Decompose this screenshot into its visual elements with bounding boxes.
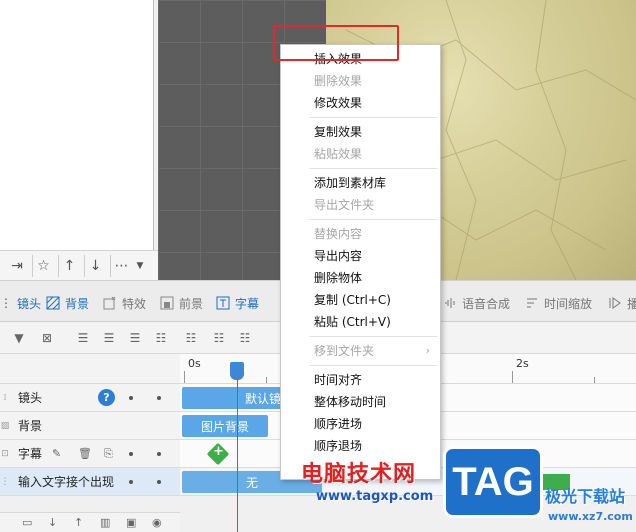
arrow-down-icon[interactable]: ↓ — [84, 254, 106, 277]
align-left-icon[interactable]: ☰ — [76, 331, 90, 345]
menu-separator — [309, 117, 437, 118]
background-icon — [46, 296, 60, 310]
asset-list-panel — [0, 0, 154, 280]
ruler-gutter — [0, 354, 180, 384]
menu-item-copy-effect[interactable]: 复制效果 — [281, 121, 440, 143]
ruler-label: 0s — [188, 357, 201, 370]
distribute-icon[interactable]: ☷ — [154, 331, 168, 345]
tab-time-scale[interactable]: 时间缩放 — [525, 293, 592, 313]
menu-item-export-folder[interactable]: 导出文件夹 — [281, 194, 440, 216]
menu-item-sequential-enter[interactable]: 顺序进场 — [281, 413, 440, 435]
dropdown-arrow-icon[interactable]: ▼ — [136, 255, 144, 277]
foreground-icon — [160, 296, 174, 310]
clear-filter-icon[interactable]: ⊠ — [40, 331, 54, 345]
menu-separator — [309, 219, 437, 220]
track-header-subtitle[interactable]: ⊡ 字幕 ✎ 🗑 ⎘ — [0, 440, 180, 468]
tag-logo: TAG — [443, 446, 543, 518]
tab-label: 语音合成 — [462, 296, 511, 311]
tab-label: 前景 — [179, 296, 204, 311]
tab-label: 播 — [627, 296, 636, 311]
up-icon[interactable]: ↑ — [74, 516, 83, 529]
ruler-label: 2s — [516, 357, 529, 370]
clip-image-background[interactable]: 图片背景 — [182, 415, 268, 437]
menu-item-copy[interactable]: 复制 (Ctrl+C) — [281, 289, 440, 311]
add-clip-plus: + — [213, 444, 224, 459]
menu-separator — [309, 336, 437, 337]
help-icon[interactable]: ? — [98, 389, 115, 406]
menu-item-delete-effect[interactable]: 删除效果 — [281, 70, 440, 92]
align-center-icon[interactable]: ☰ — [102, 331, 116, 345]
menu-item-replace-content[interactable]: 替换内容 — [281, 223, 440, 245]
menu-item-modify-effect[interactable]: 修改效果 — [281, 92, 440, 114]
menu-item-add-to-library[interactable]: 添加到素材库 — [281, 172, 440, 194]
annotation-highlight-box — [273, 25, 399, 61]
menu-item-paste-effect[interactable]: 粘贴效果 — [281, 143, 440, 165]
star-icon[interactable]: ☆ — [32, 254, 54, 277]
tab-label: 字幕 — [235, 296, 260, 311]
voice-icon — [445, 298, 455, 308]
down-icon[interactable]: ↓ — [48, 516, 57, 529]
eye-icon[interactable]: ◉ — [152, 516, 162, 529]
playhead-line — [237, 376, 238, 532]
tab-foreground[interactable]: 前景 — [160, 293, 203, 313]
track-name: 输入文字接个出现 — [18, 475, 115, 489]
delete-icon[interactable]: 🗑 — [78, 447, 92, 460]
subtitle-icon — [216, 296, 230, 310]
watermark-download-site: 极光下载站 — [545, 487, 626, 506]
more-icon[interactable]: ⋯ — [110, 254, 132, 277]
track-name: 字幕 — [18, 447, 43, 461]
menu-separator — [309, 168, 437, 169]
tab-voice[interactable]: 语音合成 — [443, 293, 510, 313]
clip-default-camera[interactable]: 默认镜 — [182, 387, 284, 409]
asset-toolbar: ⇥ ☆ ↑ ↓ ⋯ ▼ — [0, 250, 158, 280]
time-scale-icon — [527, 298, 537, 308]
tab-effects[interactable]: 特效 — [103, 293, 146, 313]
lock-icon[interactable]: ▣ — [126, 516, 136, 529]
track-name: 镜头 — [18, 391, 43, 405]
track-header-text-appear[interactable]: ⋮ 输入文字接个出现 — [0, 468, 180, 496]
tab-background[interactable]: 背景 — [46, 293, 89, 313]
tab-label: 背景 — [65, 296, 90, 311]
stack-icon[interactable]: ☷ — [184, 331, 198, 345]
menu-item-time-align[interactable]: 时间对齐 — [281, 369, 440, 391]
tab-subtitle[interactable]: 字幕 — [216, 293, 259, 313]
filter-icon[interactable]: ▼ — [12, 331, 26, 345]
edit-icon[interactable]: ✎ — [52, 447, 61, 460]
watermark-site-name: 电脑技术网 — [301, 462, 417, 487]
tab-play[interactable]: 播 — [608, 293, 636, 313]
watermark-site-url: www.tagxp.com — [316, 489, 434, 504]
tab-camera[interactable]: ⋮ 镜头 — [0, 293, 41, 313]
play-icon — [609, 297, 621, 309]
export-icon[interactable]: ⇥ — [6, 255, 28, 277]
playhead-handle[interactable] — [230, 362, 244, 380]
folder-icon[interactable]: ▭ — [22, 516, 32, 529]
align-right-icon[interactable]: ☰ — [128, 331, 142, 345]
effect-icon — [103, 296, 116, 310]
menu-item-paste[interactable]: 粘贴 (Ctrl+V) — [281, 311, 440, 333]
tab-label: 镜头 — [17, 296, 42, 311]
tab-label: 时间缩放 — [544, 296, 593, 311]
menu-item-move-all-time[interactable]: 整体移动时间 — [281, 391, 440, 413]
menu-separator — [309, 365, 437, 366]
menu-item-delete-object[interactable]: 删除物体 — [281, 267, 440, 289]
arrow-up-icon[interactable]: ↑ — [58, 254, 80, 277]
tab-label: 特效 — [122, 296, 147, 311]
layers-icon[interactable]: ☷ — [212, 331, 226, 345]
track-action-bar: ▭ ↓ ↑ ▥ ▣ ◉ — [0, 512, 180, 532]
trash-icon[interactable]: ▥ — [100, 516, 110, 529]
track-header-background[interactable]: ▨ 背景 — [0, 412, 180, 440]
menu-item-sequential-exit[interactable]: 顺序退场 — [281, 435, 440, 457]
context-menu: 插入效果 删除效果 修改效果 复制效果 粘贴效果 添加到素材库 导出文件夹 替换… — [280, 44, 441, 480]
menu-item-export-content[interactable]: 导出内容 — [281, 245, 440, 267]
menu-item-move-to-folder[interactable]: 移到文件夹 › — [281, 340, 440, 362]
submenu-arrow-icon: › — [425, 344, 430, 357]
track-name: 背景 — [18, 419, 43, 433]
watermark-download-url: www.xz7.com — [548, 510, 633, 523]
track-header-camera[interactable]: ⁞ 镜头 ? — [0, 384, 180, 412]
copy-icon[interactable]: ⎘ — [104, 447, 113, 461]
arrange-icon[interactable]: ☷ — [238, 331, 252, 345]
